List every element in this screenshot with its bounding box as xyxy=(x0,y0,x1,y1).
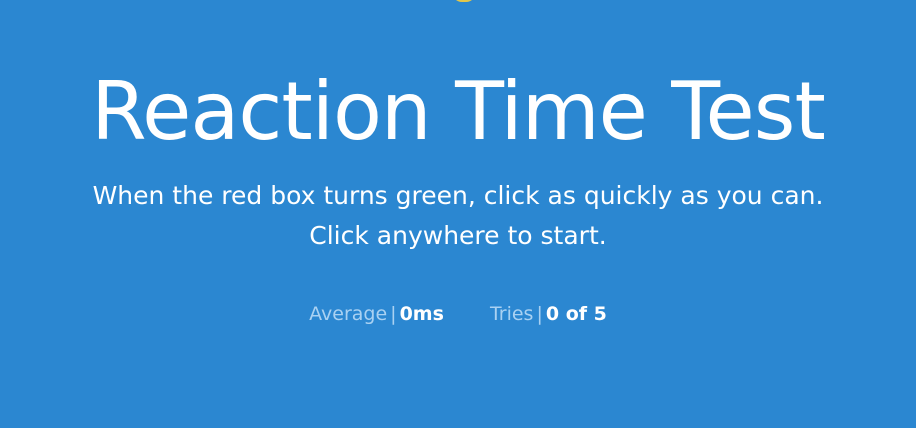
reaction-test-click-area[interactable]: Reaction Time Test When the red box turn… xyxy=(0,0,916,428)
top-badge-icon xyxy=(452,0,476,2)
instruction-line-1: When the red box turns green, click as q… xyxy=(92,181,824,210)
average-label: Average xyxy=(309,303,388,325)
average-separator: | xyxy=(390,303,397,325)
tries-label: Tries xyxy=(489,303,534,325)
tries-value: 0 of 5 xyxy=(545,303,607,325)
average-stat: Average | 0ms xyxy=(309,300,444,328)
instruction-line-2: Click anywhere to start. xyxy=(309,221,607,250)
stats-bar: Average | 0ms Tries | 0 of 5 xyxy=(0,300,916,328)
page-title: Reaction Time Test xyxy=(91,65,826,158)
tries-separator: | xyxy=(536,303,543,325)
instructions: When the red box turns green, click as q… xyxy=(0,176,916,256)
average-value: 0ms xyxy=(399,303,444,325)
tries-stat: Tries | 0 of 5 xyxy=(490,300,607,328)
